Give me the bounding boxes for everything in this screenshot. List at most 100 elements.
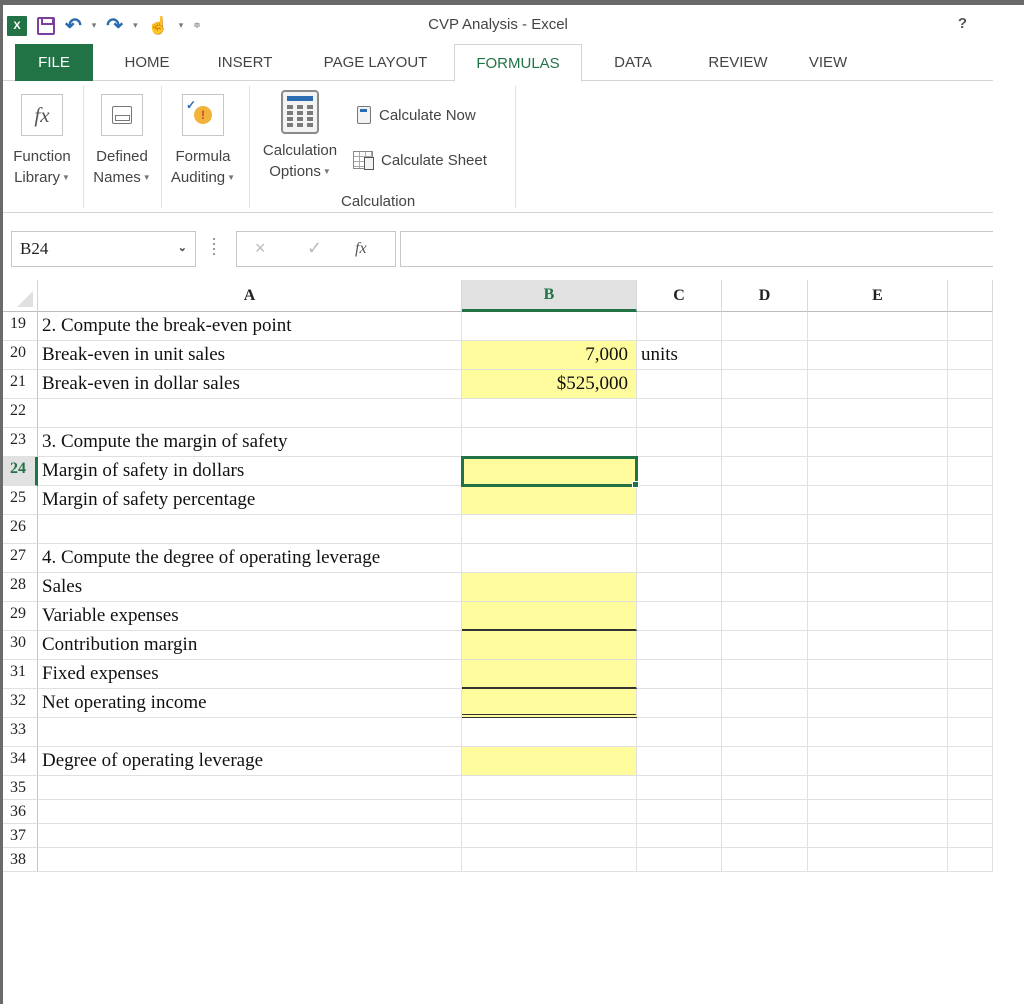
cell-b25[interactable] bbox=[462, 486, 637, 515]
cell-b27[interactable] bbox=[462, 544, 637, 573]
row-header[interactable]: 38 bbox=[3, 848, 38, 872]
formula-auditing-button[interactable]: ! Formula Auditing▼ bbox=[163, 94, 243, 188]
calculation-options-button[interactable]: Calculation Options ▼ bbox=[255, 90, 345, 182]
cell-d27[interactable] bbox=[722, 544, 808, 573]
cell-f37[interactable] bbox=[948, 824, 993, 848]
select-all-button[interactable] bbox=[3, 280, 38, 312]
cell-b31[interactable] bbox=[462, 660, 637, 689]
cell-f29[interactable] bbox=[948, 602, 993, 631]
cell-f26[interactable] bbox=[948, 515, 993, 544]
cell-e34[interactable] bbox=[808, 747, 948, 776]
cell-c24[interactable] bbox=[637, 457, 722, 486]
row-header[interactable]: 26 bbox=[3, 515, 38, 544]
cell-d23[interactable] bbox=[722, 428, 808, 457]
cell-e21[interactable] bbox=[808, 370, 948, 399]
cell-d20[interactable] bbox=[722, 341, 808, 370]
column-header-b[interactable]: B bbox=[462, 280, 637, 312]
tab-insert[interactable]: INSERT bbox=[203, 44, 287, 81]
tab-review[interactable]: REVIEW bbox=[693, 44, 783, 81]
cell-e23[interactable] bbox=[808, 428, 948, 457]
cell-f22[interactable] bbox=[948, 399, 993, 428]
cell-b23[interactable] bbox=[462, 428, 637, 457]
cell-a22[interactable] bbox=[38, 399, 462, 428]
cell-d28[interactable] bbox=[722, 573, 808, 602]
cell-a19[interactable]: 2. Compute the break-even point bbox=[38, 312, 462, 341]
cell-f36[interactable] bbox=[948, 800, 993, 824]
cell-f25[interactable] bbox=[948, 486, 993, 515]
tab-file[interactable]: FILE bbox=[15, 44, 93, 81]
cell-e19[interactable] bbox=[808, 312, 948, 341]
row-header[interactable]: 25 bbox=[3, 486, 38, 515]
cell-e35[interactable] bbox=[808, 776, 948, 800]
cell-a27[interactable]: 4. Compute the degree of operating lever… bbox=[38, 544, 462, 573]
cell-b34[interactable] bbox=[462, 747, 637, 776]
calculate-now-button[interactable]: Calculate Now bbox=[357, 106, 476, 124]
cell-f24[interactable] bbox=[948, 457, 993, 486]
cell-a21[interactable]: Break-even in dollar sales bbox=[38, 370, 462, 399]
name-box[interactable]: B24 ⌄ bbox=[11, 231, 196, 267]
column-header-e[interactable]: E bbox=[808, 280, 948, 312]
cell-c30[interactable] bbox=[637, 631, 722, 660]
cell-b28[interactable] bbox=[462, 573, 637, 602]
defined-names-button[interactable]: Defined Names ▼ bbox=[85, 94, 159, 188]
cell-e26[interactable] bbox=[808, 515, 948, 544]
cell-c26[interactable] bbox=[637, 515, 722, 544]
column-header-c[interactable]: C bbox=[637, 280, 722, 312]
cell-b32[interactable] bbox=[462, 689, 637, 718]
cell-e31[interactable] bbox=[808, 660, 948, 689]
cell-b22[interactable] bbox=[462, 399, 637, 428]
tab-home[interactable]: HOME bbox=[107, 44, 187, 81]
cell-c23[interactable] bbox=[637, 428, 722, 457]
cell-d30[interactable] bbox=[722, 631, 808, 660]
cell-e22[interactable] bbox=[808, 399, 948, 428]
column-header-a[interactable]: A bbox=[38, 280, 462, 312]
cell-c19[interactable] bbox=[637, 312, 722, 341]
cell-e38[interactable] bbox=[808, 848, 948, 872]
cell-d32[interactable] bbox=[722, 689, 808, 718]
function-library-button[interactable]: fx Function Library ▼ bbox=[2, 94, 82, 188]
cell-b24[interactable] bbox=[461, 456, 638, 487]
row-header[interactable]: 31 bbox=[3, 660, 38, 689]
cell-c27[interactable] bbox=[637, 544, 722, 573]
cell-e28[interactable] bbox=[808, 573, 948, 602]
cell-d34[interactable] bbox=[722, 747, 808, 776]
cell-d19[interactable] bbox=[722, 312, 808, 341]
row-header[interactable]: 28 bbox=[3, 573, 38, 602]
cell-b19[interactable] bbox=[462, 312, 637, 341]
cell-c33[interactable] bbox=[637, 718, 722, 747]
cell-e32[interactable] bbox=[808, 689, 948, 718]
cell-d25[interactable] bbox=[722, 486, 808, 515]
cell-b38[interactable] bbox=[462, 848, 637, 872]
cell-c35[interactable] bbox=[637, 776, 722, 800]
cell-f32[interactable] bbox=[948, 689, 993, 718]
cell-a38[interactable] bbox=[38, 848, 462, 872]
cell-f33[interactable] bbox=[948, 718, 993, 747]
cell-b37[interactable] bbox=[462, 824, 637, 848]
cell-f23[interactable] bbox=[948, 428, 993, 457]
cell-f28[interactable] bbox=[948, 573, 993, 602]
cell-d31[interactable] bbox=[722, 660, 808, 689]
column-header-d[interactable]: D bbox=[722, 280, 808, 312]
cell-f21[interactable] bbox=[948, 370, 993, 399]
insert-function-icon[interactable]: fx bbox=[355, 240, 367, 258]
calculate-sheet-button[interactable]: Calculate Sheet bbox=[353, 151, 487, 170]
cell-a33[interactable] bbox=[38, 718, 462, 747]
cell-f38[interactable] bbox=[948, 848, 993, 872]
cell-f20[interactable] bbox=[948, 341, 993, 370]
cell-c31[interactable] bbox=[637, 660, 722, 689]
row-header[interactable]: 23 bbox=[3, 428, 38, 457]
cell-a20[interactable]: Break-even in unit sales bbox=[38, 341, 462, 370]
column-header-f[interactable] bbox=[948, 280, 993, 312]
cell-c28[interactable] bbox=[637, 573, 722, 602]
cell-a36[interactable] bbox=[38, 800, 462, 824]
cell-e36[interactable] bbox=[808, 800, 948, 824]
cell-e27[interactable] bbox=[808, 544, 948, 573]
cell-b20[interactable]: 7,000 bbox=[462, 341, 637, 370]
cell-f35[interactable] bbox=[948, 776, 993, 800]
cell-c29[interactable] bbox=[637, 602, 722, 631]
cell-d33[interactable] bbox=[722, 718, 808, 747]
cell-e30[interactable] bbox=[808, 631, 948, 660]
cell-e25[interactable] bbox=[808, 486, 948, 515]
row-header[interactable]: 35 bbox=[3, 776, 38, 800]
cell-b21[interactable]: $525,000 bbox=[462, 370, 637, 399]
